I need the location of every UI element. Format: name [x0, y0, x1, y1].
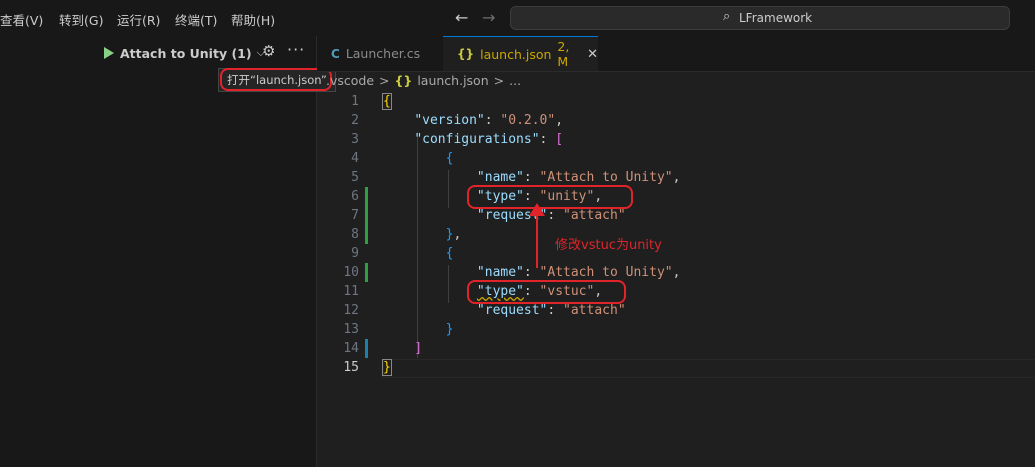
code-line: } — [382, 358, 392, 377]
line-number: 13 — [343, 322, 359, 337]
menu-help[interactable]: 帮助(H) — [231, 10, 275, 29]
json-file-icon: {} — [457, 47, 475, 61]
modified-line-indicator — [365, 339, 368, 358]
json-value: "attach" — [563, 303, 626, 318]
code-line: ] — [414, 341, 423, 356]
tab-launcher-cs[interactable]: C Launcher.cs — [331, 36, 420, 71]
annotation-box-type-vstuc — [467, 280, 626, 304]
close-icon[interactable]: ✕ — [587, 47, 598, 62]
line-number: 3 — [351, 132, 359, 147]
code-line: "version": "0.2.0", — [414, 113, 564, 128]
json-value: "Attach to Unity" — [539, 265, 673, 280]
current-line-highlight — [383, 359, 1035, 378]
breadcrumb-launch-json[interactable]: launch.json — [417, 73, 488, 88]
breadcrumb-vscode[interactable]: .vscode — [326, 73, 374, 88]
menu-view[interactable]: 查看(V) — [0, 10, 43, 29]
breadcrumb: .vscode > {} launch.json > ... — [326, 73, 521, 88]
line-number: 2 — [351, 113, 359, 128]
play-icon[interactable] — [104, 47, 114, 59]
line-number: 12 — [343, 303, 359, 318]
tab-launch-json[interactable]: {} launch.json 2, M ✕ — [443, 36, 598, 71]
code-line: } — [445, 322, 454, 337]
breadcrumb-separator: > — [379, 73, 390, 88]
json-key: "name" — [476, 265, 524, 280]
search-text: LFramework — [739, 11, 813, 25]
breadcrumb-separator: > — [493, 73, 505, 88]
tab-badge: 2, M — [557, 39, 570, 69]
code-line: "configurations": [ — [414, 132, 564, 147]
json-value: "0.2.0" — [500, 113, 556, 128]
line-number: 10 — [343, 265, 359, 280]
json-value: "attach" — [563, 208, 626, 223]
command-center-search[interactable]: ⌕ LFramework — [510, 6, 1010, 30]
editor-tabs: C Launcher.cs {} launch.json 2, M ✕ — [317, 36, 1035, 72]
line-number: 8 — [351, 227, 359, 242]
line-number: 6 — [351, 189, 359, 204]
more-actions-icon[interactable]: ··· — [287, 40, 305, 59]
line-number: 5 — [351, 170, 359, 185]
json-key: "version" — [414, 113, 485, 128]
json-key: "name" — [476, 170, 524, 185]
json-file-icon: {} — [394, 73, 413, 88]
menu-terminal[interactable]: 终端(T) — [175, 10, 217, 29]
search-icon: ⌕ — [723, 9, 731, 24]
menu-go[interactable]: 转到(G) — [59, 10, 103, 29]
breadcrumb-more[interactable]: ... — [509, 73, 521, 88]
modified-line-indicator — [365, 187, 368, 244]
modified-line-indicator — [365, 263, 368, 282]
line-number: 14 — [343, 341, 359, 356]
code-line: { — [445, 151, 454, 166]
json-key: "request" — [476, 303, 548, 318]
code-line: { — [445, 246, 454, 261]
code-editor[interactable]: 1 2 3 4 5 6 7 8 9 10 11 12 13 14 15 { "v… — [317, 92, 1035, 467]
debug-sidebar: Attach to Unity (1) ⌵ ⚙ ··· 打开“launch.js… — [0, 36, 336, 467]
code-line: }, — [445, 227, 462, 242]
menu-run[interactable]: 运行(R) — [117, 10, 160, 29]
annotation-box-type-unity — [467, 185, 633, 209]
line-number: 11 — [343, 284, 359, 299]
line-number: 7 — [351, 208, 359, 223]
annotation-box-tooltip — [220, 68, 332, 91]
csharp-file-icon: C — [331, 46, 340, 61]
bracket: { — [382, 93, 392, 110]
json-value: "Attach to Unity" — [539, 170, 673, 185]
run-configuration-dropdown[interactable]: Attach to Unity (1) ⌵ — [96, 42, 265, 64]
forward-arrow-icon[interactable]: → — [482, 8, 495, 27]
run-config-label: Attach to Unity (1) — [120, 45, 252, 61]
line-number: 4 — [351, 151, 359, 166]
gear-icon[interactable]: ⚙ — [262, 42, 275, 60]
json-key: "configurations" — [414, 132, 540, 147]
code-line: { — [382, 92, 392, 111]
annotation-text: 修改vstuc为unity — [555, 238, 662, 253]
bracket: } — [382, 359, 392, 376]
menu-bar: 查看(V) 转到(G) 运行(R) 终端(T) 帮助(H) ← → ⌕ LFra… — [0, 0, 1035, 36]
annotation-arrow-head — [529, 203, 545, 216]
back-arrow-icon[interactable]: ← — [455, 8, 468, 27]
line-number: 9 — [351, 246, 359, 261]
line-number: 15 — [343, 360, 359, 375]
line-number: 1 — [351, 94, 359, 109]
tab-label: launch.json — [480, 46, 552, 62]
tab-label: Launcher.cs — [345, 46, 421, 61]
